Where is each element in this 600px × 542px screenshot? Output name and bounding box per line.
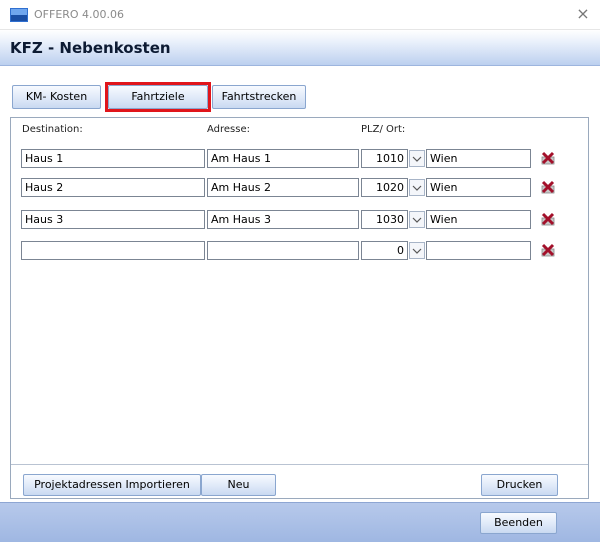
dialog-title: KFZ - Nebenkosten <box>10 39 171 57</box>
destination-field[interactable]: Haus 1 <box>21 149 205 168</box>
destinations-panel: Destination: Adresse: PLZ/ Ort: Haus 1 A… <box>10 117 589 499</box>
dialog-content: KM- Kosten Fahrtziele Fahrtstrecken Dest… <box>0 67 600 501</box>
close-icon: × <box>576 4 590 23</box>
import-project-addresses-button[interactable]: Projektadressen Importieren <box>23 474 201 496</box>
plz-dropdown-button[interactable] <box>409 150 425 167</box>
destination-field[interactable] <box>21 241 205 260</box>
destination-row-new: 0 <box>11 241 588 261</box>
destination-row: Haus 2 Am Haus 2 1020 Wien <box>11 178 588 198</box>
ort-field[interactable]: Wien <box>426 149 531 168</box>
tab-km-kosten[interactable]: KM- Kosten <box>12 85 101 109</box>
selected-tab-highlight <box>105 82 211 112</box>
chevron-down-icon <box>412 248 422 254</box>
delete-row-icon[interactable] <box>540 242 556 258</box>
dialog-header: KFZ - Nebenkosten <box>0 30 600 66</box>
tab-fahrtstrecken[interactable]: Fahrtstrecken <box>212 85 306 109</box>
address-field[interactable]: Am Haus 1 <box>207 149 359 168</box>
close-dialog-button[interactable]: Beenden <box>480 512 557 534</box>
plz-field[interactable]: 1030 <box>361 210 408 229</box>
chevron-down-icon <box>412 217 422 223</box>
destination-field[interactable]: Haus 3 <box>21 210 205 229</box>
plz-field[interactable]: 0 <box>361 241 408 260</box>
delete-row-icon[interactable] <box>540 150 556 166</box>
address-field[interactable] <box>207 241 359 260</box>
destination-row: Haus 3 Am Haus 3 1030 Wien <box>11 210 588 230</box>
delete-row-icon[interactable] <box>540 179 556 195</box>
column-header-destination: Destination: <box>22 124 83 135</box>
address-field[interactable]: Am Haus 3 <box>207 210 359 229</box>
window-title: OFFERO 4.00.06 <box>34 8 125 21</box>
plz-dropdown-button[interactable] <box>409 211 425 228</box>
chevron-down-icon <box>412 156 422 162</box>
chevron-down-icon <box>412 185 422 191</box>
new-button[interactable]: Neu <box>201 474 276 496</box>
plz-dropdown-button[interactable] <box>409 242 425 259</box>
window-titlebar: OFFERO 4.00.06 × <box>0 0 600 30</box>
destination-field[interactable]: Haus 2 <box>21 178 205 197</box>
column-header-address: Adresse: <box>207 124 250 135</box>
offero-app-icon <box>10 8 28 22</box>
dialog-footer: Beenden <box>0 502 600 542</box>
plz-dropdown-button[interactable] <box>409 179 425 196</box>
column-header-plz-ort: PLZ/ Ort: <box>361 124 406 135</box>
plz-field[interactable]: 1020 <box>361 178 408 197</box>
print-button[interactable]: Drucken <box>481 474 558 496</box>
destination-row: Haus 1 Am Haus 1 1010 Wien <box>11 149 588 169</box>
ort-field[interactable]: Wien <box>426 210 531 229</box>
address-field[interactable]: Am Haus 2 <box>207 178 359 197</box>
ort-field[interactable] <box>426 241 531 260</box>
delete-row-icon[interactable] <box>540 211 556 227</box>
plz-field[interactable]: 1010 <box>361 149 408 168</box>
ort-field[interactable]: Wien <box>426 178 531 197</box>
close-window-button[interactable]: × <box>572 3 594 25</box>
panel-divider <box>11 464 588 465</box>
